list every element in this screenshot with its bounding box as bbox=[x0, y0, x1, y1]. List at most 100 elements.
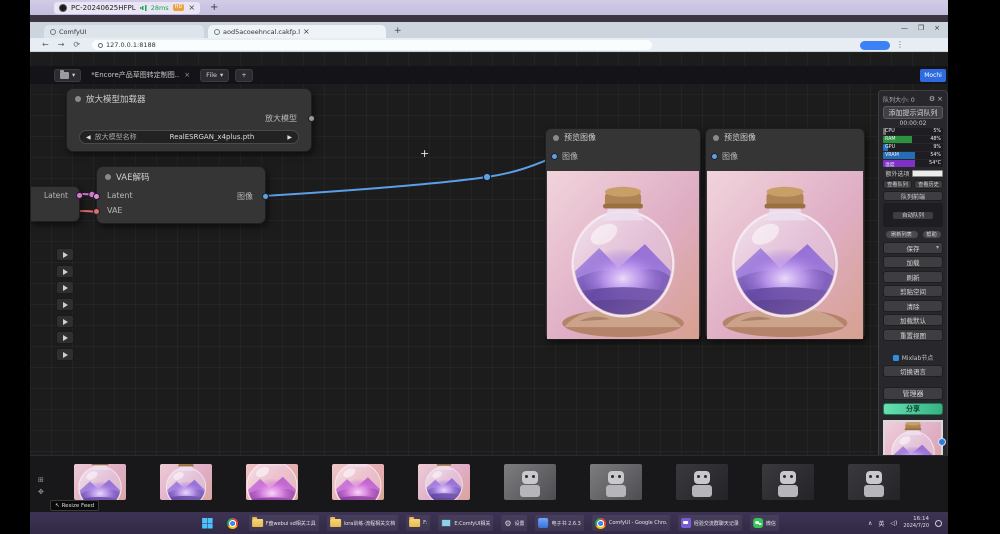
collapsed-node-button[interactable] bbox=[56, 248, 74, 261]
image-output-port[interactable] bbox=[262, 193, 269, 200]
node-collapse-dot[interactable] bbox=[75, 96, 81, 102]
node-clipped-left[interactable]: Latent bbox=[30, 186, 80, 222]
volume-icon[interactable]: ◁) bbox=[890, 520, 897, 527]
taskbar-item[interactable]: F: bbox=[406, 515, 430, 531]
clear-button[interactable]: 清除 bbox=[883, 300, 943, 312]
manager-button[interactable]: 管理器 bbox=[883, 387, 943, 400]
clipspace-button[interactable]: 剪贴空间 bbox=[883, 285, 943, 297]
collapsed-node-button[interactable] bbox=[56, 298, 74, 311]
site-info-icon[interactable] bbox=[98, 43, 103, 48]
load-button[interactable]: 加载 bbox=[883, 256, 943, 268]
browser-tab-comfyui[interactable]: ComfyUI bbox=[44, 25, 204, 38]
node-collapse-dot[interactable] bbox=[713, 135, 719, 141]
node-vae-decode[interactable]: VAE解码 Latent VAE 图像 bbox=[96, 166, 266, 224]
feed-thumbnail[interactable] bbox=[160, 464, 212, 500]
extra-options-checkbox[interactable] bbox=[912, 170, 943, 177]
window-minimize-icon[interactable]: — bbox=[901, 24, 908, 32]
collapsed-node-button[interactable] bbox=[56, 331, 74, 344]
forward-icon[interactable]: → bbox=[58, 40, 65, 49]
file-menu-button[interactable]: File ▾ bbox=[200, 69, 229, 82]
feed-move-icon[interactable]: ✥ bbox=[38, 488, 44, 496]
latent-output-port[interactable] bbox=[76, 192, 83, 199]
browser-menu-icon[interactable]: ⋮ bbox=[896, 40, 904, 49]
start-button[interactable] bbox=[199, 515, 216, 531]
mochi-button[interactable]: Mochi bbox=[920, 69, 946, 82]
taskbar-chrome-button[interactable] bbox=[224, 515, 241, 531]
load-default-button[interactable]: 加载默认 bbox=[883, 314, 943, 326]
taskbar-item[interactable]: ComfyUI - Google Chro... bbox=[592, 515, 670, 531]
refresh-list-button[interactable]: 刷新列表 bbox=[885, 230, 919, 239]
upscale-model-output-port[interactable] bbox=[308, 115, 315, 122]
input-language-indicator[interactable]: 英 bbox=[878, 519, 884, 528]
taskbar-item[interactable]: lora训练-流程相关文档 bbox=[327, 515, 398, 531]
help-button[interactable]: 帮助 bbox=[922, 230, 942, 239]
node-collapse-dot[interactable] bbox=[553, 135, 559, 141]
node-preview-image-1[interactable]: 预览图像 图像 bbox=[545, 128, 701, 340]
workflow-folder-button[interactable]: ▾ bbox=[54, 69, 81, 82]
taskbar-item[interactable]: E:ComfyUI相关 bbox=[438, 515, 493, 531]
collapsed-node-button[interactable] bbox=[56, 348, 74, 361]
queue-front-button[interactable]: 队列前端 bbox=[883, 191, 943, 201]
mixlab-nodes-toggle[interactable]: Mixlab节点 bbox=[883, 353, 943, 363]
window-maximize-icon[interactable]: ❐ bbox=[918, 24, 924, 32]
upscale-model-name-widget[interactable]: ◀ 放大模型名称 RealESRGAN_x4plus.pth ▶ bbox=[79, 130, 299, 144]
collapsed-node-button[interactable] bbox=[56, 265, 74, 278]
address-bar[interactable]: 127.0.0.1:8188 bbox=[92, 40, 652, 50]
window-close-icon[interactable]: × bbox=[934, 24, 940, 32]
remote-session-tab[interactable]: PC-20240625HFPL 28ms HD × bbox=[54, 2, 200, 14]
close-icon[interactable]: × bbox=[937, 95, 943, 103]
tab-close-icon[interactable]: × bbox=[303, 27, 310, 37]
node-upscale-model-loader[interactable]: 放大模型加载器 放大模型 ◀ 放大模型名称 RealESRGAN_x4plus.… bbox=[66, 88, 312, 152]
save-button[interactable]: 保存 ▾ bbox=[883, 242, 943, 254]
session-close-icon[interactable]: × bbox=[188, 3, 195, 13]
image-input-port[interactable] bbox=[711, 153, 718, 160]
feed-thumbnail[interactable] bbox=[246, 464, 298, 500]
vae-input-port[interactable] bbox=[93, 208, 100, 215]
taskbar-item[interactable]: 电子书 2.6.3 bbox=[536, 515, 584, 531]
node-collapse-dot[interactable] bbox=[105, 174, 111, 180]
queue-prompt-button[interactable]: 添加提示词队列 bbox=[883, 106, 943, 119]
auto-queue-button[interactable]: 自动队列 bbox=[892, 211, 934, 220]
share-button[interactable]: 分享 bbox=[883, 403, 943, 415]
tray-clock[interactable]: 16:14 2024/7/20 bbox=[903, 516, 929, 529]
chevron-down-icon[interactable]: ▾ bbox=[936, 244, 939, 251]
refresh-button[interactable]: 刷新 bbox=[883, 271, 943, 283]
workflow-tab[interactable]: *Encore产品草图转定制图.. × bbox=[87, 70, 194, 80]
notification-icon[interactable] bbox=[935, 520, 942, 527]
gear-icon[interactable]: ⚙ bbox=[929, 95, 935, 103]
browser-tab-cloud[interactable]: aod5acoeehncal.cakfp.l × bbox=[208, 25, 386, 38]
taskbar-item[interactable]: 微信 bbox=[750, 515, 779, 531]
feed-thumbnail[interactable] bbox=[848, 464, 900, 500]
feed-thumbnail[interactable] bbox=[332, 464, 384, 500]
view-history-button[interactable]: 查看历史 bbox=[914, 180, 943, 189]
taskbar-item[interactable]: F盘webui sd相关工具 bbox=[249, 515, 319, 531]
widget-next-icon[interactable]: ▶ bbox=[287, 134, 292, 141]
tray-expand-icon[interactable]: ∧ bbox=[868, 520, 872, 527]
feed-grid-icon[interactable]: ⊞ bbox=[38, 476, 44, 484]
feed-thumbnail[interactable] bbox=[676, 464, 728, 500]
node-preview-image-2[interactable]: 预览图像 图像 bbox=[705, 128, 865, 340]
latent-input-port[interactable] bbox=[93, 193, 100, 200]
browser-new-tab-button[interactable]: + bbox=[394, 26, 402, 36]
feed-thumbnail[interactable] bbox=[590, 464, 642, 500]
feed-thumbnail[interactable] bbox=[504, 464, 556, 500]
taskbar-item[interactable]: 经验交流群聊天记录 bbox=[678, 515, 742, 531]
feed-thumbnail[interactable] bbox=[74, 464, 126, 500]
feed-thumbnail[interactable] bbox=[418, 464, 470, 500]
view-queue-button[interactable]: 查看队列 bbox=[883, 180, 912, 189]
collapsed-node-button[interactable] bbox=[56, 315, 74, 328]
new-session-button[interactable]: + bbox=[210, 2, 218, 13]
browser-profile-chip[interactable] bbox=[860, 41, 890, 50]
reload-icon[interactable]: ⟳ bbox=[73, 40, 80, 49]
new-workflow-button[interactable]: + bbox=[235, 69, 252, 82]
back-icon[interactable]: ← bbox=[42, 40, 49, 49]
switch-language-button[interactable]: 切换语言 bbox=[883, 365, 943, 377]
reset-view-button[interactable]: 重置视图 bbox=[883, 329, 943, 341]
feed-thumbnail[interactable] bbox=[762, 464, 814, 500]
workflow-tab-close-icon[interactable]: × bbox=[184, 71, 190, 79]
resize-feed-handle[interactable]: ↖ Resize Feed bbox=[50, 500, 99, 511]
widget-prev-icon[interactable]: ◀ bbox=[86, 134, 91, 141]
image-input-port[interactable] bbox=[551, 153, 558, 160]
taskbar-item[interactable]: ⚙设置 bbox=[501, 515, 527, 531]
collapsed-node-button[interactable] bbox=[56, 281, 74, 294]
